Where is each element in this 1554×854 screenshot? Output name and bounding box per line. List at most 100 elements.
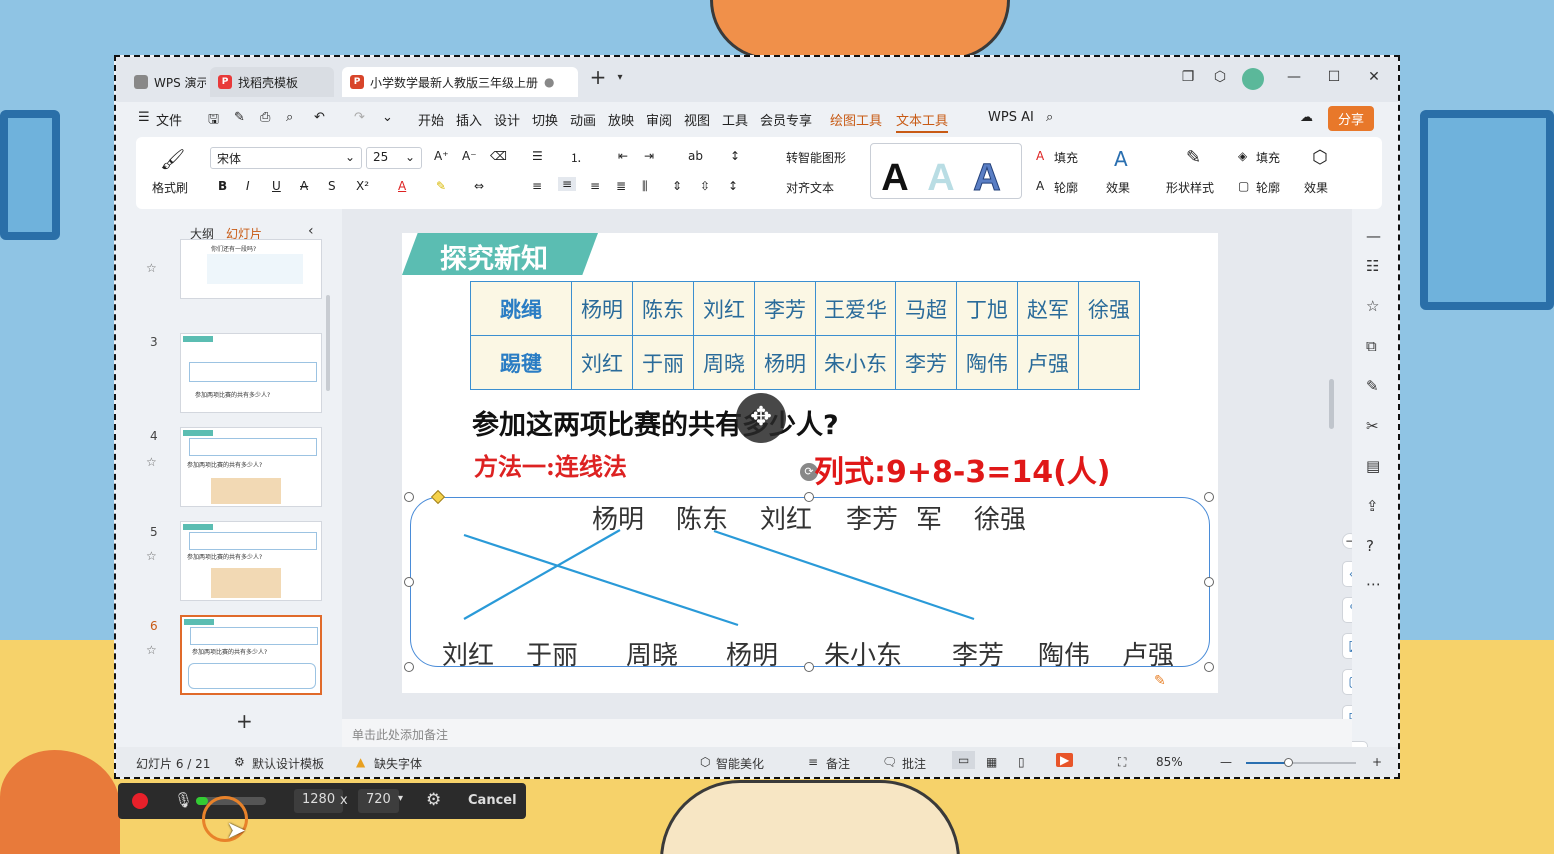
indent-icon[interactable]: ⇤: [618, 149, 628, 163]
text-style-black[interactable]: A: [875, 154, 915, 202]
share-button[interactable]: 分享: [1328, 106, 1375, 131]
menu-review[interactable]: 审阅: [646, 110, 672, 129]
collapse-icon[interactable]: —: [1366, 227, 1381, 245]
menu-design[interactable]: 设计: [494, 110, 520, 129]
shape-effect-icon[interactable]: ⬡: [1312, 147, 1328, 168]
distribute-icon[interactable]: ⫼: [642, 179, 648, 194]
resize-handle[interactable]: [1204, 492, 1214, 502]
star-icon[interactable]: ☆: [146, 261, 157, 275]
shape-fill-label[interactable]: 填充: [1256, 149, 1280, 166]
text-style-light[interactable]: A: [921, 154, 961, 202]
book-icon[interactable]: ▤: [1366, 457, 1380, 475]
zoom-slider-thumb[interactable]: [1284, 758, 1293, 767]
text-outline-label[interactable]: 轮廓: [1054, 179, 1078, 196]
decrease-font-icon[interactable]: A⁻: [462, 149, 477, 163]
save-icon[interactable]: 🖫: [208, 110, 219, 132]
move-handle-icon[interactable]: ✥: [736, 393, 786, 443]
resize-handle[interactable]: [1204, 577, 1214, 587]
editor-scrollbar[interactable]: [1329, 379, 1334, 429]
font-size-select[interactable]: 25 ⌄: [366, 147, 422, 169]
slide-thumbnail-3[interactable]: 参加两项比赛的共有多少人?: [180, 333, 322, 413]
text-outline-icon[interactable]: A: [1036, 179, 1044, 193]
add-slide-icon[interactable]: +: [236, 709, 253, 733]
superscript-icon[interactable]: X²: [356, 179, 369, 193]
comment-icon[interactable]: 🗨: [882, 755, 897, 769]
shape-outline-label[interactable]: 轮廓: [1256, 179, 1280, 196]
outdent-icon[interactable]: ⇥: [644, 149, 654, 163]
star-icon[interactable]: ☆: [146, 643, 157, 657]
para-spacing-icon[interactable]: ⇕: [672, 179, 682, 193]
text-effect-label[interactable]: 效果: [1106, 179, 1130, 196]
text-fill-icon[interactable]: A: [1036, 149, 1044, 163]
bullet-list-icon[interactable]: ☰: [532, 149, 543, 163]
menu-wps-ai[interactable]: WPS AI: [988, 110, 1034, 125]
align-text-button[interactable]: 对齐文本: [786, 179, 834, 196]
formula-text[interactable]: 列式:9+8-3=14(人): [814, 447, 1111, 491]
menu-insert[interactable]: 插入: [456, 110, 482, 129]
shape-outline-icon[interactable]: ▢: [1238, 179, 1249, 193]
cloud-icon[interactable]: ☁: [1300, 110, 1313, 125]
tab-document[interactable]: P 小学数学最新人教版三年级上册 ●: [342, 67, 578, 97]
width-field[interactable]: 1280: [294, 789, 344, 813]
gear-icon[interactable]: ⚙: [426, 790, 441, 810]
justify-icon[interactable]: ≣: [616, 179, 626, 193]
chevron-down-icon[interactable]: ▾: [398, 793, 403, 804]
italic-icon[interactable]: I: [246, 179, 250, 193]
tab-wps-home[interactable]: WPS 演示: [126, 67, 206, 97]
resize-handle[interactable]: [804, 662, 814, 672]
close-icon[interactable]: ✕: [1364, 69, 1384, 85]
format-painter-label[interactable]: 格式刷: [152, 179, 188, 196]
clear-format-icon[interactable]: ⌫: [490, 149, 507, 163]
slide-thumbnail-6[interactable]: 参加两项比赛的共有多少人?: [180, 615, 322, 695]
help-icon[interactable]: ?: [1366, 537, 1374, 555]
print-preview-icon[interactable]: ⌕: [286, 110, 293, 125]
share-icon[interactable]: ⇪: [1366, 497, 1379, 515]
line-spacing-icon[interactable]: ↕: [730, 149, 740, 163]
template-label[interactable]: 默认设计模板: [252, 755, 324, 772]
microphone-icon[interactable]: 🎙: [174, 791, 193, 809]
text-effect-icon[interactable]: A: [1114, 147, 1128, 171]
shape-effect-label[interactable]: 效果: [1304, 179, 1328, 196]
format-painter-icon[interactable]: 🖌: [160, 147, 185, 171]
chevron-down-icon[interactable]: ▾: [610, 72, 630, 83]
resize-handle[interactable]: [404, 492, 414, 502]
slide-thumbnail-4[interactable]: 参加两项比赛的共有多少人?: [180, 427, 322, 507]
cube-icon[interactable]: ⬡: [1210, 69, 1230, 85]
align-center-icon[interactable]: ≡: [558, 177, 577, 191]
missing-font-label[interactable]: 缺失字体: [374, 755, 422, 772]
collapse-panel-icon[interactable]: ‹: [308, 223, 314, 239]
shape-style-icon[interactable]: ✎: [1186, 147, 1201, 168]
menu-start[interactable]: 开始: [418, 110, 444, 129]
zoom-in-icon[interactable]: +: [1372, 755, 1382, 769]
normal-view-icon[interactable]: ▭: [952, 751, 976, 769]
menu-transition[interactable]: 切换: [532, 110, 558, 129]
menu-icon[interactable]: ☰: [138, 110, 150, 125]
star-icon[interactable]: ☆: [146, 549, 157, 563]
beautify-icon[interactable]: ⬡: [700, 755, 710, 769]
menu-file[interactable]: 文件: [156, 110, 182, 129]
menu-text-tools[interactable]: 文本工具: [896, 110, 949, 133]
ai-icon[interactable]: ✎: [1366, 377, 1379, 395]
maximize-icon[interactable]: ☐: [1324, 69, 1344, 85]
search-icon[interactable]: ⌕: [1046, 110, 1053, 125]
smart-beautify-button[interactable]: 智能美化: [716, 755, 764, 772]
star-icon[interactable]: ☆: [146, 455, 157, 469]
print-icon[interactable]: ⎙: [260, 110, 270, 125]
avatar[interactable]: [1242, 68, 1264, 90]
slide-thumbnail-2[interactable]: 你们还有一段吗?: [180, 239, 322, 299]
more-icon[interactable]: ⋯: [1366, 575, 1381, 593]
resize-handle[interactable]: [404, 662, 414, 672]
char-spacing-icon[interactable]: ⇔: [474, 179, 484, 193]
record-button[interactable]: [132, 793, 148, 809]
reading-view-icon[interactable]: ▯: [1018, 755, 1025, 769]
underline-icon[interactable]: U: [272, 179, 281, 193]
shape-fill-icon[interactable]: ◈: [1238, 149, 1247, 163]
star-icon[interactable]: ☆: [1366, 297, 1379, 315]
zoom-slider[interactable]: [1246, 758, 1356, 767]
menu-member[interactable]: 会员专享: [760, 110, 812, 129]
valign-icon[interactable]: ↕: [728, 179, 738, 193]
panel-scrollbar[interactable]: [326, 295, 330, 391]
fit-icon[interactable]: ⛶: [1118, 755, 1126, 770]
undo-icon[interactable]: ↶: [314, 110, 325, 125]
shape-style-label[interactable]: 形状样式: [1166, 179, 1214, 196]
